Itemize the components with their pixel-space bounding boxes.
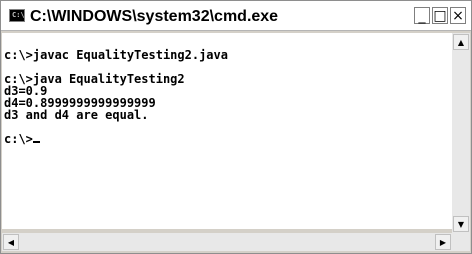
- console-line: c:\>javac EqualityTesting2.java: [4, 48, 228, 62]
- scroll-up-button[interactable]: ▲: [453, 34, 469, 50]
- console-line: c:\>java EqualityTesting2: [4, 72, 185, 86]
- arrow-down-icon: ▼: [457, 219, 465, 229]
- window-title: C:\WINDOWS\system32\cmd.exe: [30, 8, 279, 25]
- console-output[interactable]: c:\>javac EqualityTesting2.java c:\>java…: [2, 33, 452, 229]
- close-icon: ×: [452, 7, 464, 24]
- vertical-scrollbar[interactable]: ▲ ▼: [452, 33, 470, 233]
- arrow-left-icon: ◀: [7, 237, 15, 247]
- cmd-icon[interactable]: C:\: [9, 9, 25, 22]
- maximize-icon: □: [433, 7, 447, 24]
- maximize-button[interactable]: □: [432, 7, 448, 24]
- arrow-up-icon: ▲: [457, 37, 465, 47]
- window-controls: _ □ ×: [414, 7, 466, 24]
- arrow-right-icon: ▶: [439, 237, 447, 247]
- scroll-left-button[interactable]: ◀: [3, 234, 19, 250]
- console-line: d3 and d4 are equal.: [4, 108, 149, 122]
- cmd-icon-glyph: C:\: [12, 11, 25, 19]
- prompt-text: c:\>: [4, 132, 33, 146]
- scroll-right-button[interactable]: ▶: [435, 234, 451, 250]
- horizontal-scrollbar[interactable]: ◀ ▶: [2, 233, 452, 251]
- prompt-line: c:\>: [4, 133, 452, 145]
- minimize-icon: _: [418, 7, 426, 24]
- title-bar[interactable]: C:\ C:\WINDOWS\system32\cmd.exe _ □ ×: [1, 1, 471, 31]
- close-button[interactable]: ×: [450, 7, 466, 24]
- minimize-button[interactable]: _: [414, 7, 430, 24]
- cmd-window: C:\ C:\WINDOWS\system32\cmd.exe _ □ × c:…: [0, 0, 472, 254]
- text-cursor: [32, 141, 40, 143]
- resize-grip[interactable]: [452, 233, 470, 251]
- scroll-down-button[interactable]: ▼: [453, 216, 469, 232]
